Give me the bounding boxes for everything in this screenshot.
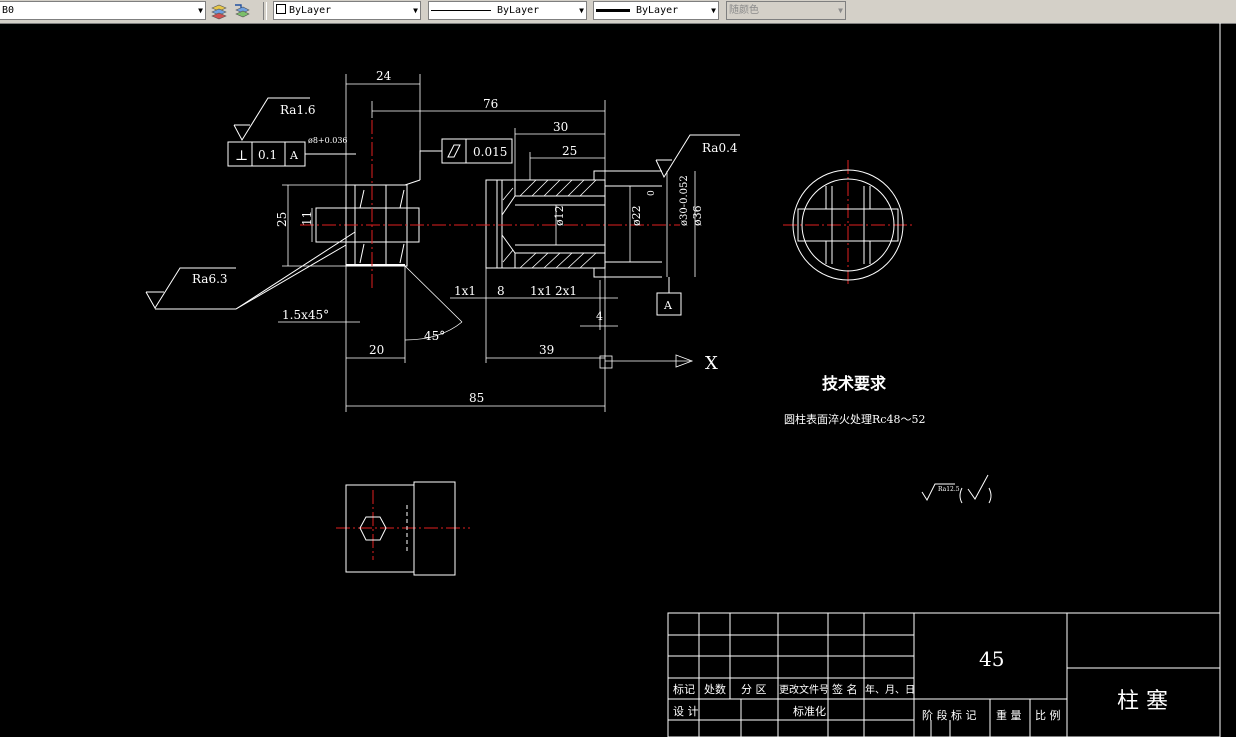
rough-note-value: Ra12.5 bbox=[938, 486, 960, 493]
dimension-lines bbox=[278, 74, 696, 412]
section-hatching bbox=[502, 179, 597, 269]
linetype-value: ByLayer bbox=[497, 5, 540, 16]
chevron-down-icon: ▼ bbox=[711, 6, 716, 15]
dim-phi30-upper: 0 bbox=[647, 190, 657, 196]
color-dropdown[interactable]: ByLayer ▼ bbox=[273, 1, 421, 20]
gdt-perp-symbol: ⊥ bbox=[235, 148, 248, 164]
roughness-ra63: Ra6.3 bbox=[192, 272, 228, 286]
part-name: 柱 塞 bbox=[1117, 689, 1168, 714]
rev-header-docno: 更改文件号 bbox=[779, 683, 829, 696]
dim-phi22: ø22 bbox=[630, 205, 643, 226]
dim-1x1-b: 1x1 bbox=[530, 284, 552, 298]
dim-2x1: 2x1 bbox=[555, 284, 577, 298]
dim-30: 30 bbox=[553, 120, 568, 134]
dim-phi12: ø12 bbox=[553, 205, 566, 226]
gdt-cyl-tolerance: 0.015 bbox=[473, 145, 507, 159]
scale-header: 比 例 bbox=[1035, 708, 1061, 722]
gdt-perp-datum: A bbox=[289, 149, 299, 162]
rev-header-date: 年、月、日 bbox=[865, 683, 915, 696]
chevron-down-icon: ▼ bbox=[413, 6, 418, 15]
drawing-canvas[interactable]: 24 76 30 25 25 11 ø12 ø22 ø30-0.052 0 ø3… bbox=[0, 23, 1236, 737]
chevron-down-icon: ▼ bbox=[198, 6, 203, 15]
dim-25-vertical: 25 bbox=[275, 212, 289, 227]
properties-toolbar: B0 ▼ ByLayer ▼ ByLayer ▼ ByLayer ▼ 随颜色 ▼ bbox=[0, 0, 1236, 24]
dim-hole-tolerance: ø8+0.036 bbox=[308, 136, 348, 145]
stage-header: 阶 段 标 记 bbox=[922, 708, 977, 722]
color-swatch bbox=[276, 4, 286, 14]
datum-label: A bbox=[663, 299, 673, 312]
dim-39: 39 bbox=[539, 343, 554, 357]
main-view bbox=[315, 170, 662, 278]
dim-chamfer: 1.5x45° bbox=[282, 308, 329, 322]
tech-requirements-title: 技术要求 bbox=[822, 374, 887, 393]
axis-label-x: X bbox=[705, 353, 718, 374]
gdt-perp-tolerance: 0.1 bbox=[258, 148, 277, 162]
dim-phi36: ø36 bbox=[691, 205, 704, 226]
lineweight-sample bbox=[596, 8, 630, 12]
tech-requirements-text: 圆柱表面淬火处理Rc48～52 bbox=[784, 412, 925, 426]
linetype-sample bbox=[431, 9, 491, 11]
title-block-texts: 45 柱 塞 标记 处数 分 区 更改文件号 签 名 年、月、日 设 计 标准化… bbox=[673, 647, 1168, 722]
chevron-down-icon: ▼ bbox=[579, 6, 584, 15]
roughness-ra16: Ra1.6 bbox=[280, 103, 316, 117]
dimension-texts: 24 76 30 25 25 11 ø12 ø22 ø30-0.052 0 ø3… bbox=[275, 69, 704, 405]
dim-angle-45: 45° bbox=[424, 329, 445, 343]
lineweight-dropdown[interactable]: ByLayer ▼ bbox=[593, 1, 719, 20]
rev-header-count: 处数 bbox=[704, 683, 726, 696]
dim-8: 8 bbox=[497, 284, 505, 298]
plotstyle-value: 随颜色 bbox=[729, 5, 759, 16]
layer-dropdown[interactable]: B0 ▼ bbox=[0, 1, 206, 20]
roughness-ra04: Ra0.4 bbox=[702, 141, 738, 155]
dim-phi30: ø30-0.052 bbox=[679, 175, 690, 226]
dim-85: 85 bbox=[469, 391, 484, 405]
material-value: 45 bbox=[979, 647, 1004, 671]
dim-20: 20 bbox=[369, 343, 384, 357]
dim-76: 76 bbox=[483, 97, 498, 111]
linetype-dropdown[interactable]: ByLayer ▼ bbox=[428, 1, 587, 20]
weight-header: 重 量 bbox=[996, 708, 1022, 722]
color-value: ByLayer bbox=[289, 5, 332, 16]
dim-4: 4 bbox=[596, 310, 603, 323]
layer-value: B0 bbox=[2, 5, 15, 16]
dim-24: 24 bbox=[376, 69, 392, 83]
row-design: 设 计 bbox=[673, 705, 699, 718]
dim-25: 25 bbox=[562, 144, 577, 158]
dim-1x1-a: 1x1 bbox=[454, 284, 476, 298]
layer-previous-icon[interactable] bbox=[233, 2, 251, 20]
rev-header-zone: 分 区 bbox=[741, 683, 767, 696]
toolbar-separator bbox=[263, 2, 267, 20]
lineweight-value: ByLayer bbox=[636, 5, 679, 16]
layer-manager-icon[interactable] bbox=[210, 2, 228, 20]
annotation-texts: Ra1.6 Ra0.4 Ra6.3 ⊥ 0.1 A 0.015 A X bbox=[192, 103, 738, 374]
row-standard: 标准化 bbox=[793, 704, 826, 718]
plotstyle-dropdown[interactable]: 随颜色 ▼ bbox=[726, 1, 846, 20]
rev-header-mark: 标记 bbox=[673, 682, 695, 696]
rev-header-sign: 签 名 bbox=[832, 682, 858, 696]
dim-11-vertical: 11 bbox=[300, 211, 314, 226]
chevron-down-icon: ▼ bbox=[838, 6, 843, 15]
